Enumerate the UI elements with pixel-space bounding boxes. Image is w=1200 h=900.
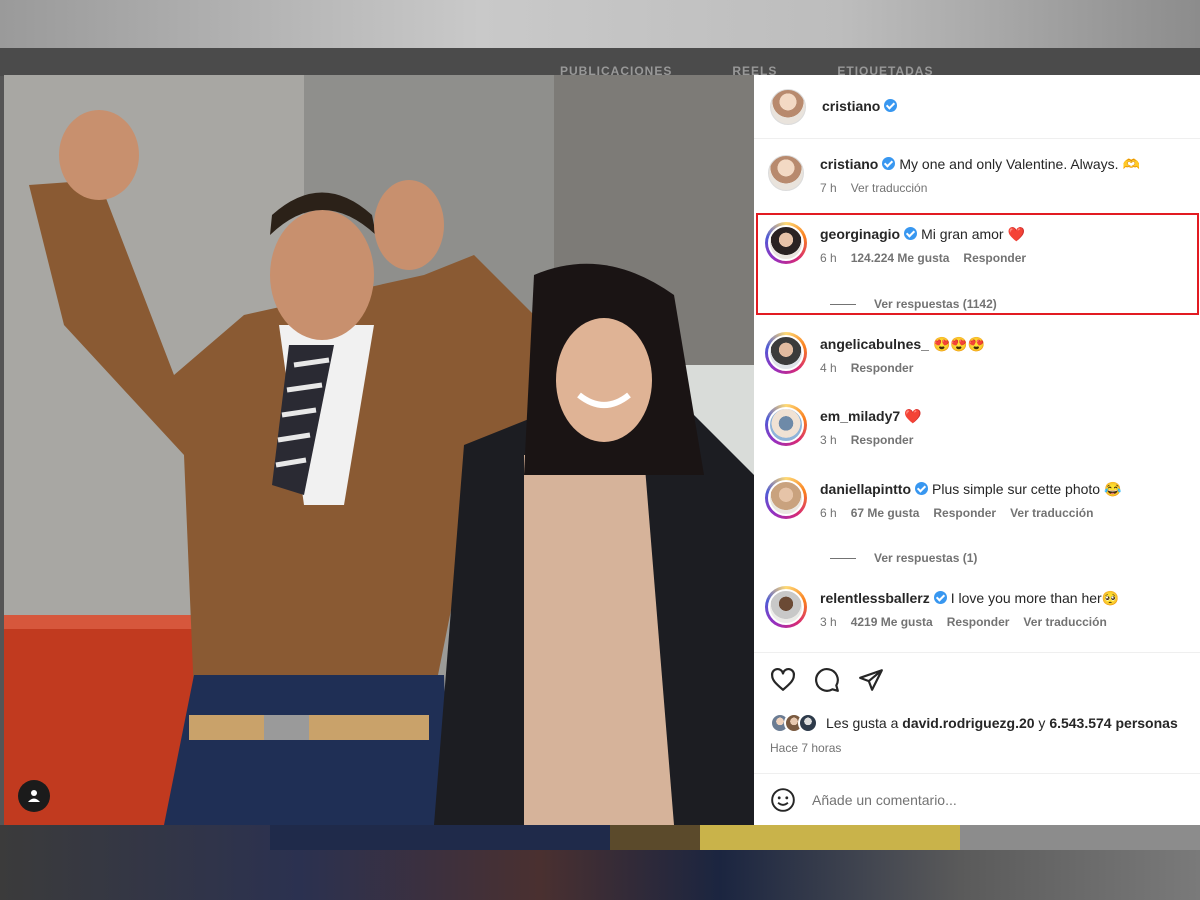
comment-text: Plus simple sur cette photo 😂 — [932, 481, 1122, 497]
comment-avatar[interactable] — [765, 404, 807, 446]
caption-time: 7 h — [820, 181, 837, 195]
reply-button[interactable]: Responder — [947, 615, 1010, 629]
author-username[interactable]: cristiano — [822, 98, 880, 114]
tag-person-button[interactable] — [18, 780, 50, 812]
comment-item: em_milady7 ❤️ 3 h Responder — [765, 404, 1198, 447]
verified-badge-icon — [904, 227, 918, 240]
comment-time: 3 h — [820, 615, 837, 629]
caption-avatar[interactable] — [768, 155, 804, 191]
emoji-icon[interactable] — [770, 787, 796, 813]
verified-badge-icon — [884, 98, 898, 112]
reply-button[interactable]: Responder — [851, 433, 914, 447]
author-avatar[interactable] — [770, 88, 806, 125]
reply-button[interactable]: Responder — [933, 506, 996, 520]
verified-badge-icon — [882, 157, 896, 170]
verified-badge-icon — [933, 591, 947, 604]
comment-time: 4 h — [820, 361, 837, 375]
comment-input[interactable]: Añade un comentario... — [812, 792, 957, 808]
comment-time: 6 h — [820, 251, 837, 265]
caption-username[interactable]: cristiano — [820, 156, 878, 172]
post-actions: Les gusta a david.rodriguezg.20 y 6.543.… — [754, 652, 1200, 825]
post-header: cristiano — [754, 75, 1200, 139]
background-blur-bottom — [0, 825, 1200, 900]
comment-avatar[interactable] — [765, 586, 807, 628]
comment-item: relentlessballerz I love you more than he… — [765, 586, 1198, 629]
photo-illustration — [4, 75, 754, 825]
comment-username[interactable]: em_milady7 — [820, 408, 900, 424]
comment-username[interactable]: angelicabulnes_ — [820, 336, 929, 352]
comment-text: I love you more than her🥺 — [950, 590, 1120, 606]
liker-username[interactable]: david.rodriguezg.20 — [902, 715, 1034, 731]
translate-link[interactable]: Ver traducción — [1010, 506, 1093, 520]
comment-time: 3 h — [820, 433, 837, 447]
comment-likes[interactable]: 124.224 Me gusta — [851, 251, 950, 265]
comment-text: 😍😍😍 — [932, 336, 986, 352]
reply-button[interactable]: Responder — [851, 361, 914, 375]
caption-translate-link[interactable]: Ver traducción — [851, 181, 928, 195]
add-comment-bar: Añade un comentario... — [754, 773, 1200, 826]
comment-text: Mi gran amor ❤️ — [921, 226, 1025, 242]
likes-summary: Les gusta a david.rodriguezg.20 y 6.543.… — [770, 713, 1178, 733]
caption-comment: cristiano My one and only Valentine. Alwa… — [768, 155, 1198, 195]
comment-username[interactable]: daniellapintto — [820, 481, 911, 497]
comment-item: angelicabulnes_ 😍😍😍 4 h Responder — [765, 332, 1198, 375]
comments-list: cristiano My one and only Valentine. Alwa… — [754, 139, 1200, 651]
caption-text: My one and only Valentine. Always. 🫶 — [899, 156, 1140, 172]
translate-link[interactable]: Ver traducción — [1023, 615, 1106, 629]
likers-avatars[interactable] — [770, 713, 818, 733]
comment-avatar[interactable] — [765, 332, 807, 374]
view-replies-button[interactable]: Ver respuestas (1142) — [830, 297, 997, 311]
post-side-panel: cristiano cristiano My one and only Valen… — [754, 75, 1200, 825]
post-time: Hace 7 horas — [770, 741, 842, 755]
comment-username[interactable]: georginagio — [820, 226, 900, 242]
comment-icon[interactable] — [814, 667, 840, 693]
comment-avatar[interactable] — [765, 222, 807, 264]
heart-icon[interactable] — [770, 667, 796, 693]
reply-button[interactable]: Responder — [963, 251, 1026, 265]
comment-text: ❤️ — [904, 408, 922, 424]
post-photo[interactable] — [4, 75, 754, 825]
comment-item: georginagio Mi gran amor ❤️ 6 h 124.224 M… — [765, 222, 1198, 265]
comment-likes[interactable]: 4219 Me gusta — [851, 615, 933, 629]
comment-item: daniellapintto Plus simple sur cette phot… — [765, 477, 1198, 520]
likes-and: y — [1038, 715, 1046, 731]
share-icon[interactable] — [858, 667, 884, 693]
comment-likes[interactable]: 67 Me gusta — [851, 506, 920, 520]
likes-prefix: Les gusta a — [826, 715, 899, 731]
view-replies-label: Ver respuestas (1142) — [874, 297, 997, 311]
view-replies-button[interactable]: Ver respuestas (1) — [830, 551, 977, 565]
background-blur-top — [0, 0, 1200, 50]
verified-badge-icon — [915, 482, 928, 495]
action-icons — [770, 667, 884, 693]
likes-count[interactable]: 6.543.574 personas — [1049, 715, 1177, 731]
comment-username[interactable]: relentlessballerz — [820, 590, 930, 606]
comment-time: 6 h — [820, 506, 837, 520]
view-replies-label: Ver respuestas (1) — [874, 551, 978, 565]
comment-avatar[interactable] — [765, 477, 807, 519]
tag-person-icon — [28, 790, 40, 802]
